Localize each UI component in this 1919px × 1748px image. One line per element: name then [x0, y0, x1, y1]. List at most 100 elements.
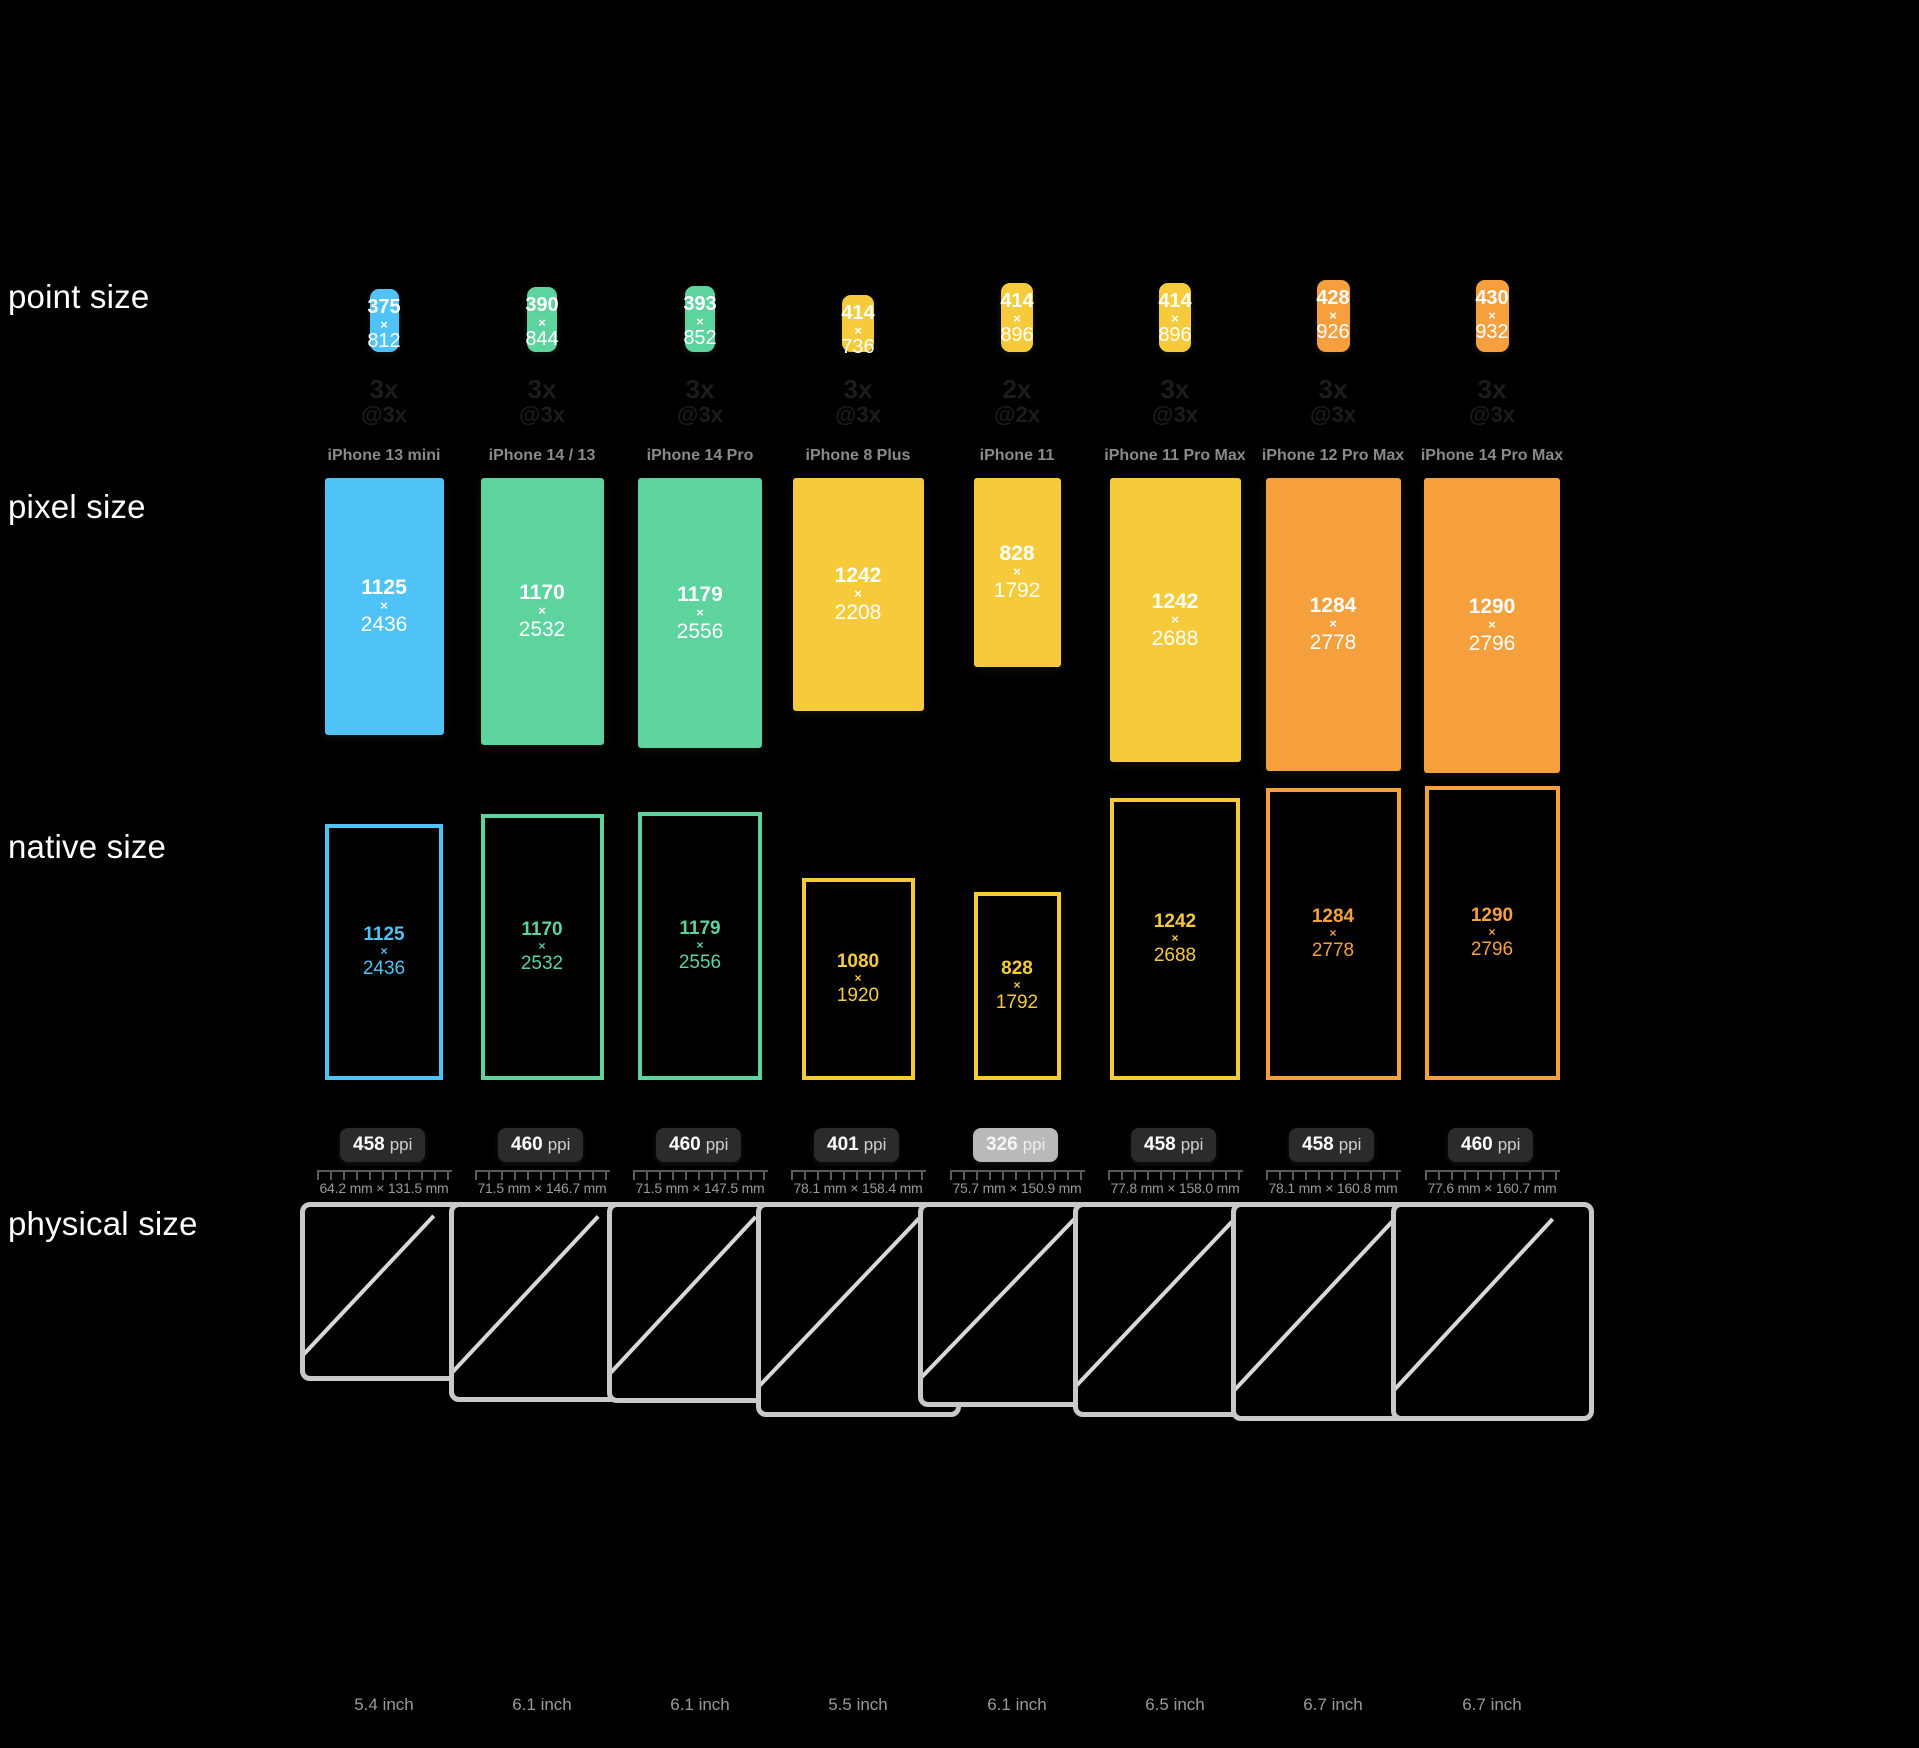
- scale-multiplier-suffix: @3x: [361, 402, 407, 427]
- multiply-sign: ×: [1171, 931, 1179, 945]
- pixel-height-value: 2796: [1468, 632, 1516, 655]
- ppi-unit: ppi: [863, 1135, 887, 1154]
- ppi-badge[interactable]: 401 ppi: [814, 1128, 900, 1162]
- scale-multiplier: 3x @3x: [1432, 376, 1552, 428]
- point-height-value: 896: [1000, 324, 1034, 346]
- point-width-value: 393: [683, 293, 717, 315]
- native-size-box[interactable]: 1080 × 1920: [801, 878, 915, 1080]
- diagonal-line: [453, 1215, 600, 1397]
- point-height-value: 812: [367, 330, 401, 352]
- native-width-value: 1179: [679, 918, 721, 939]
- physical-size-box[interactable]: [1390, 1202, 1594, 1421]
- ppi-unit: ppi: [1497, 1135, 1521, 1154]
- diagonal-line: [1395, 1217, 1554, 1416]
- scale-multiplier-suffix: @3x: [1310, 402, 1356, 427]
- native-size-box[interactable]: 1242 × 2688: [1110, 798, 1240, 1080]
- point-size-box[interactable]: 390 × 844: [525, 287, 559, 352]
- native-size-box[interactable]: 1284 × 2778: [1265, 788, 1401, 1080]
- diagonal-inches-label: 6.7 inch: [1462, 1695, 1522, 1714]
- point-width-value: 428: [1316, 287, 1350, 309]
- ppi-unit: ppi: [705, 1135, 729, 1154]
- physical-size-box[interactable]: [300, 1202, 468, 1381]
- native-height-value: 2796: [1470, 939, 1514, 960]
- multiply-sign: ×: [854, 586, 862, 601]
- ppi-unit: ppi: [389, 1135, 413, 1154]
- multiply-sign: ×: [538, 939, 546, 953]
- pixel-size-box[interactable]: 1125 × 2436: [324, 478, 444, 735]
- row-label-point-size: point size: [8, 278, 150, 315]
- pixel-height-value: 2556: [676, 619, 724, 643]
- native-height-value: 2778: [1311, 940, 1355, 961]
- multiply-sign: ×: [696, 604, 704, 620]
- ruler-ticks: [1425, 1170, 1560, 1180]
- point-height-value: 932: [1475, 321, 1509, 343]
- point-height-value: 736: [841, 336, 875, 358]
- native-width-value: 1080: [836, 951, 880, 972]
- pixel-size-box[interactable]: 1242 × 2208: [792, 478, 924, 711]
- point-size-box[interactable]: 393 × 852: [683, 286, 717, 352]
- ppi-unit: ppi: [1022, 1135, 1046, 1154]
- ppi-value: 460: [669, 1134, 701, 1155]
- pixel-size-box[interactable]: 828 × 1792: [973, 478, 1061, 667]
- ppi-value: 401: [827, 1134, 859, 1155]
- point-height-value: 844: [525, 328, 559, 350]
- multiply-sign: ×: [1488, 925, 1496, 939]
- point-width-value: 375: [367, 296, 401, 318]
- native-height-value: 2556: [678, 952, 722, 973]
- point-width-value: 414: [1158, 290, 1192, 312]
- point-width-value: 414: [841, 302, 875, 324]
- native-height-value: 1920: [836, 985, 880, 1006]
- multiply-sign: ×: [696, 938, 704, 952]
- ppi-value: 458: [1302, 1134, 1334, 1155]
- native-size-box[interactable]: 1170 × 2532: [480, 814, 604, 1080]
- ppi-value: 460: [511, 1134, 543, 1155]
- pixel-size-box[interactable]: 1284 × 2778: [1265, 478, 1401, 771]
- ppi-value: 458: [353, 1134, 385, 1155]
- ppi-badge[interactable]: 458 ppi: [340, 1128, 426, 1162]
- native-height-value: 2532: [520, 953, 564, 974]
- pixel-size-box[interactable]: 1170 × 2532: [480, 478, 604, 745]
- multiply-sign: ×: [1013, 978, 1021, 992]
- pixel-width-value: 1290: [1468, 595, 1516, 618]
- ppi-badge[interactable]: 460 ppi: [498, 1128, 584, 1162]
- ppi-badge[interactable]: 326 ppi: [973, 1128, 1059, 1162]
- point-size-box[interactable]: 375 × 812: [367, 289, 401, 352]
- native-size-box[interactable]: 1125 × 2436: [325, 824, 443, 1080]
- point-size-box[interactable]: 428 × 926: [1316, 280, 1350, 352]
- native-height-value: 2688: [1153, 945, 1197, 966]
- native-size-box[interactable]: 1179 × 2556: [638, 812, 762, 1080]
- device-size-comparison-chart: point size pixel size native size physic…: [0, 0, 1919, 1748]
- pixel-width-value: 1284: [1309, 594, 1357, 617]
- point-size-box[interactable]: 414 × 896: [1158, 283, 1192, 352]
- pixel-height-value: 1792: [993, 579, 1041, 602]
- native-size-box[interactable]: 1290 × 2796: [1424, 786, 1560, 1080]
- scale-multiplier: 3x @3x: [1115, 376, 1235, 428]
- scale-multiplier-suffix: @3x: [519, 402, 565, 427]
- ppi-badge[interactable]: 458 ppi: [1289, 1128, 1375, 1162]
- point-size-box[interactable]: 414 × 736: [841, 295, 875, 358]
- scale-multiplier: 2x @2x: [957, 376, 1077, 428]
- ruler-ticks: [950, 1170, 1085, 1180]
- pixel-size-box[interactable]: 1242 × 2688: [1109, 478, 1241, 762]
- multiply-sign: ×: [1013, 564, 1021, 579]
- native-width-value: 1284: [1311, 906, 1355, 927]
- point-size-box[interactable]: 430 × 932: [1475, 280, 1509, 352]
- ppi-badge[interactable]: 458 ppi: [1131, 1128, 1217, 1162]
- native-width-value: 1242: [1153, 911, 1197, 932]
- scale-multiplier: 3x @3x: [324, 376, 444, 428]
- scale-multiplier: 3x @3x: [482, 376, 602, 428]
- pixel-size-box[interactable]: 1290 × 2796: [1424, 478, 1560, 773]
- physical-dimensions-label: 77.6 mm × 160.7 mm: [1427, 1180, 1557, 1196]
- native-width-value: 1290: [1470, 905, 1514, 926]
- point-size-box[interactable]: 414 × 896: [1000, 283, 1034, 352]
- point-height-value: 926: [1316, 321, 1350, 343]
- pixel-size-box[interactable]: 1179 × 2556: [638, 478, 762, 748]
- ruler-ticks: [317, 1170, 452, 1180]
- multiply-sign: ×: [380, 598, 388, 613]
- ppi-badge[interactable]: 460 ppi: [656, 1128, 742, 1162]
- scale-multiplier-suffix: @3x: [1152, 402, 1198, 427]
- device-name-label: iPhone 14 Pro Max: [1420, 447, 1564, 464]
- native-size-box[interactable]: 828 × 1792: [973, 892, 1061, 1080]
- ppi-badge[interactable]: 460 ppi: [1448, 1128, 1534, 1162]
- scale-multiplier-suffix: @3x: [677, 402, 723, 427]
